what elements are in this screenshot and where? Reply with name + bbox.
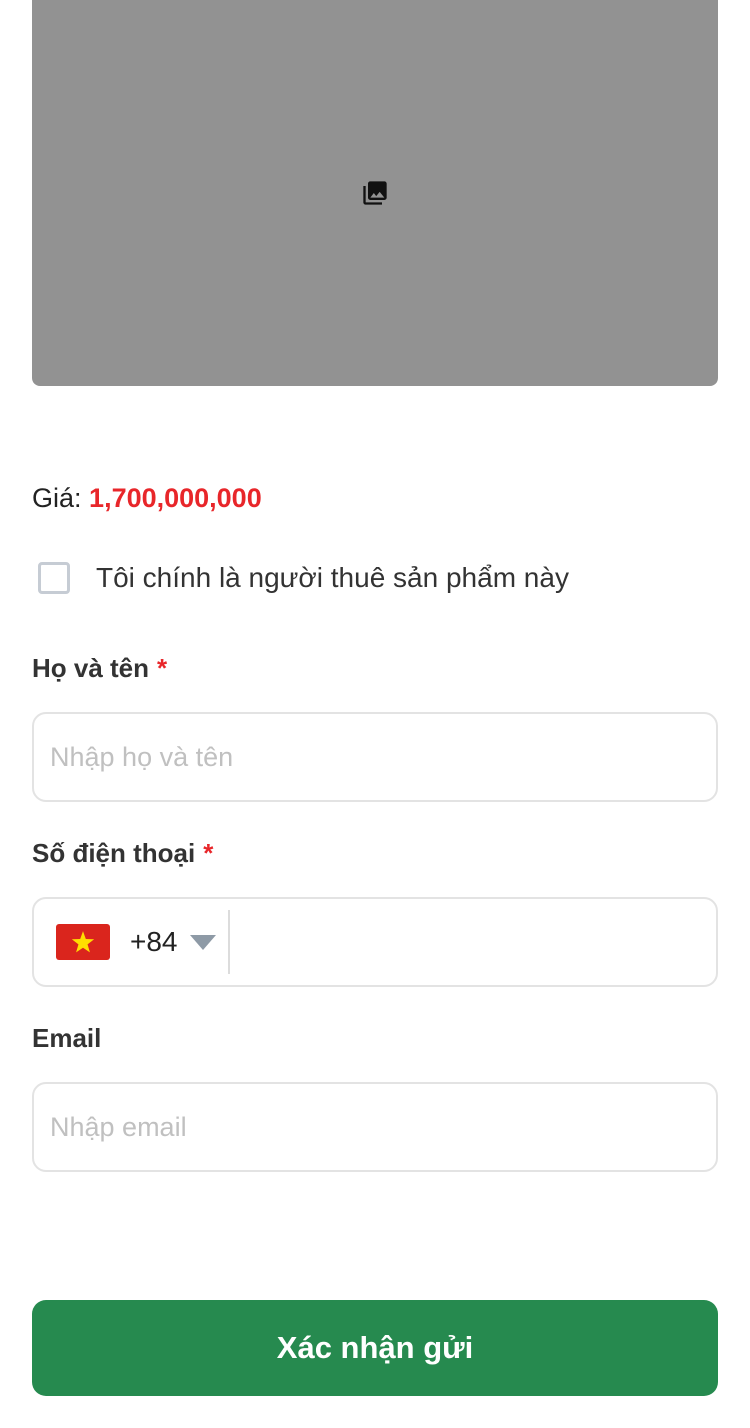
photo-library-icon: [363, 181, 387, 205]
full-name-field[interactable]: [32, 712, 718, 802]
self-renter-checkbox-label[interactable]: Tôi chính là người thuê sản phẩm này: [96, 558, 569, 598]
star-icon: [71, 931, 95, 953]
phone-label: Số điện thoại *: [32, 835, 213, 871]
price-row: Giá: 1,700,000,000: [32, 478, 262, 518]
country-code-select[interactable]: +84: [34, 910, 230, 974]
full-name-label: Họ và tên *: [32, 650, 167, 686]
email-input[interactable]: [34, 1084, 716, 1170]
price-label: Giá:: [32, 483, 82, 513]
email-label: Email: [32, 1020, 101, 1056]
phone-field: +84: [32, 897, 718, 987]
self-renter-option[interactable]: Tôi chính là người thuê sản phẩm này: [38, 558, 569, 598]
email-field[interactable]: [32, 1082, 718, 1172]
email-label-text: Email: [32, 1023, 102, 1053]
vietnam-flag-icon: [56, 924, 110, 960]
phone-input[interactable]: [229, 899, 716, 985]
self-renter-checkbox[interactable]: [38, 562, 70, 594]
full-name-input[interactable]: [34, 714, 716, 800]
price-value: 1,700,000,000: [89, 483, 262, 513]
contact-form-page: Giá: 1,700,000,000 Tôi chính là người th…: [0, 0, 750, 1428]
chevron-down-icon: [189, 934, 216, 950]
required-mark: *: [203, 838, 214, 868]
dial-code: +84: [130, 926, 178, 957]
phone-label-text: Số điện thoại: [32, 838, 196, 868]
required-mark: *: [157, 653, 168, 683]
full-name-label-text: Họ và tên: [32, 653, 150, 683]
product-image-placeholder: [32, 0, 718, 386]
submit-button[interactable]: Xác nhận gửi: [32, 1300, 718, 1396]
